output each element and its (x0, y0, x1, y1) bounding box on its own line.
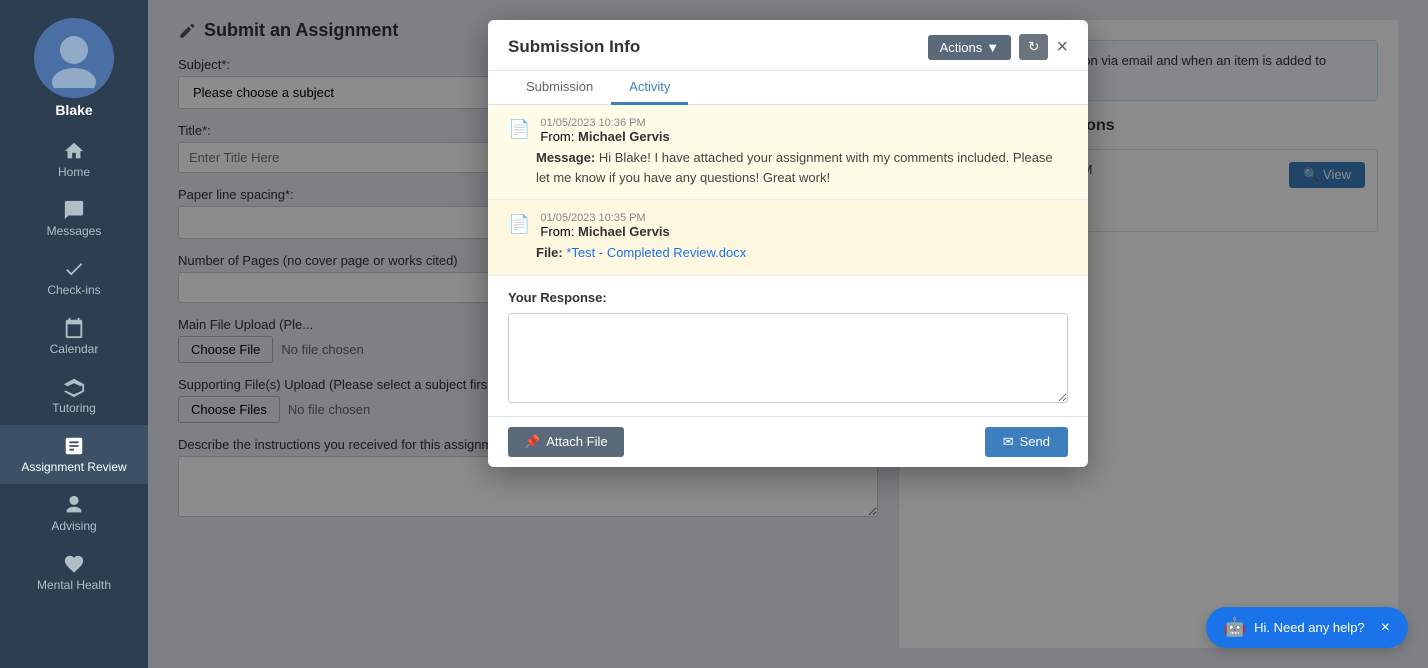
message-time-2: 01/05/2023 10:35 PM (540, 212, 669, 224)
message-from-2: From: Michael Gervis (540, 224, 669, 239)
sidebar: Blake Home Messages Check-ins Calendar T… (0, 0, 148, 668)
advising-icon (63, 494, 85, 516)
main-content: Submit an Assignment Subject*: Please ch… (148, 0, 1428, 668)
chatbot-close-button[interactable]: × (1381, 619, 1390, 637)
paperclip-icon: 📌 (524, 434, 540, 450)
chatbot-text: Hi. Need any help? (1254, 620, 1365, 635)
tab-submission[interactable]: Submission (508, 71, 611, 105)
modal-title: Submission Info (508, 37, 640, 57)
home-icon (63, 140, 85, 162)
document-icon-2: 📄 (508, 214, 530, 235)
modal-header: Submission Info Actions ▼ ↻ × (488, 20, 1088, 71)
sidebar-item-checkins[interactable]: Check-ins (0, 248, 148, 307)
attach-file-button[interactable]: 📌 Attach File (508, 427, 624, 457)
mentalhealth-icon (63, 553, 85, 575)
send-icon: ✉ (1003, 434, 1014, 450)
response-label: Your Response: (508, 290, 1068, 305)
modal-body: 📄 01/05/2023 10:36 PM From: Michael Gerv… (488, 105, 1088, 416)
messages-icon (63, 199, 85, 221)
sidebar-item-tutoring[interactable]: Tutoring (0, 366, 148, 425)
avatar (34, 18, 114, 98)
modal-overlay: Submission Info Actions ▼ ↻ × Submission… (148, 0, 1428, 668)
modal-header-actions: Actions ▼ ↻ × (928, 34, 1068, 60)
modal-refresh-button[interactable]: ↻ (1019, 34, 1048, 60)
calendar-icon (63, 317, 85, 339)
response-textarea[interactable] (508, 313, 1068, 403)
modal-close-button[interactable]: × (1056, 37, 1068, 57)
response-section: Your Response: (488, 276, 1088, 416)
tutoring-icon (63, 376, 85, 398)
sidebar-item-calendar[interactable]: Calendar (0, 307, 148, 366)
dropdown-icon: ▼ (986, 40, 999, 55)
chatbot-avatar: 🤖 (1224, 617, 1246, 638)
send-button[interactable]: ✉ Send (985, 427, 1068, 457)
chatbot-bubble[interactable]: 🤖 Hi. Need any help? × (1206, 607, 1408, 648)
modal-tabs: Submission Activity (488, 71, 1088, 105)
message-item-2: 📄 01/05/2023 10:35 PM From: Michael Gerv… (488, 200, 1088, 276)
message-content-2: File: *Test - Completed Review.docx (536, 243, 1068, 263)
tab-activity[interactable]: Activity (611, 71, 688, 105)
sidebar-item-mental-health[interactable]: Mental Health (0, 543, 148, 602)
actions-button[interactable]: Actions ▼ (928, 35, 1012, 60)
message-meta-1: 📄 01/05/2023 10:36 PM From: Michael Gerv… (508, 117, 1068, 144)
message-meta-2: 📄 01/05/2023 10:35 PM From: Michael Gerv… (508, 212, 1068, 239)
checkin-icon (63, 258, 85, 280)
message-time-1: 01/05/2023 10:36 PM (540, 117, 669, 129)
sidebar-item-messages[interactable]: Messages (0, 189, 148, 248)
sidebar-item-advising[interactable]: Advising (0, 484, 148, 543)
sidebar-item-home[interactable]: Home (0, 130, 148, 189)
modal-footer: 📌 Attach File ✉ Send (488, 416, 1088, 467)
sidebar-item-assignment-review[interactable]: Assignment Review (0, 425, 148, 484)
file-link[interactable]: *Test - Completed Review.docx (566, 245, 746, 260)
message-content-1: Message: Hi Blake! I have attached your … (536, 148, 1068, 187)
message-from-1: From: Michael Gervis (540, 129, 669, 144)
sidebar-username: Blake (55, 102, 92, 118)
submission-info-modal: Submission Info Actions ▼ ↻ × Submission… (488, 20, 1088, 467)
message-item-1: 📄 01/05/2023 10:36 PM From: Michael Gerv… (488, 105, 1088, 200)
document-icon-1: 📄 (508, 119, 530, 140)
assignment-icon (63, 435, 85, 457)
